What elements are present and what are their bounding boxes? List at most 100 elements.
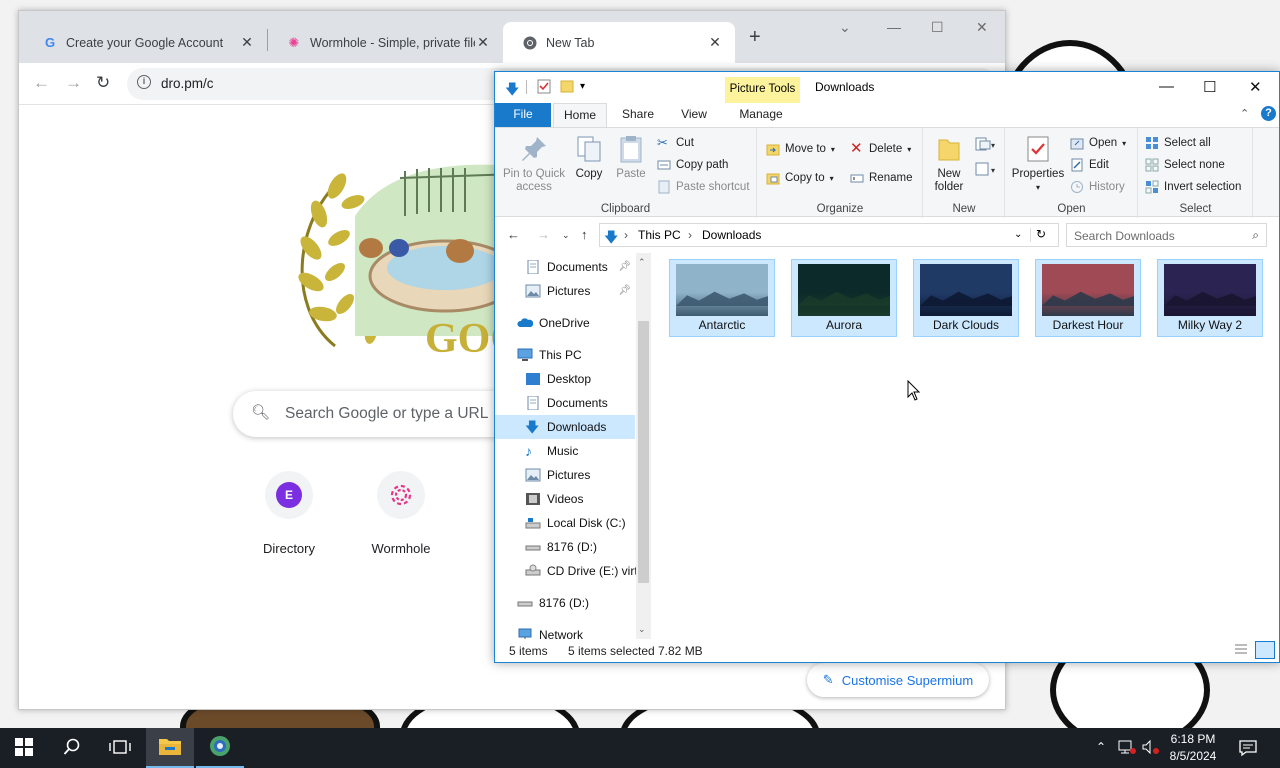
- start-button[interactable]: [0, 728, 48, 768]
- recent-locations-chevron-icon[interactable]: ⌄: [562, 230, 570, 241]
- tab-view[interactable]: View: [671, 103, 717, 127]
- copy-button[interactable]: Copy: [569, 134, 609, 181]
- move-to-button[interactable]: Move to ▾: [766, 142, 835, 156]
- up-arrow-icon[interactable]: ↑: [581, 227, 588, 242]
- details-view-icon[interactable]: [1233, 642, 1249, 659]
- copy-path-button[interactable]: Copy path: [657, 158, 728, 172]
- rename-button[interactable]: Rename: [850, 171, 912, 185]
- task-view-button[interactable]: [96, 728, 144, 768]
- tab-manage[interactable]: Manage: [729, 103, 793, 127]
- new-folder-button[interactable]: New folder: [928, 134, 970, 194]
- maximize-icon[interactable]: ☐: [1203, 78, 1216, 96]
- paste-shortcut-button[interactable]: Paste shortcut: [657, 180, 750, 194]
- invert-selection-button[interactable]: Invert selection: [1145, 180, 1241, 194]
- file-item[interactable]: Aurora: [791, 259, 897, 337]
- search-taskbar-button[interactable]: [48, 728, 96, 768]
- nav-item-documents-quick[interactable]: Documents 📌︎: [495, 255, 635, 279]
- nav-item-drive-d[interactable]: 8176 (D:): [495, 535, 635, 559]
- paste-button[interactable]: Paste: [611, 134, 651, 181]
- edit-button[interactable]: Edit: [1070, 158, 1109, 172]
- nav-item-network[interactable]: Network: [495, 623, 635, 639]
- maximize-icon[interactable]: ☐: [931, 19, 944, 36]
- tab-share[interactable]: Share: [613, 103, 663, 127]
- close-window-icon[interactable]: ✕: [976, 19, 988, 36]
- open-button[interactable]: Open ▾: [1070, 136, 1126, 150]
- google-search-box[interactable]: 🔍︎ Search Google or type a URL: [233, 391, 533, 437]
- nav-item-cd-drive-e[interactable]: CD Drive (E:) virt: [495, 559, 638, 583]
- properties-button[interactable]: Properties ▾: [1010, 134, 1066, 194]
- site-info-icon[interactable]: i: [137, 75, 151, 89]
- chevron-down-icon[interactable]: ⌄: [839, 19, 851, 36]
- nav-item-desktop[interactable]: Desktop: [495, 367, 635, 391]
- search-box[interactable]: Search Downloads ⌕: [1066, 223, 1267, 247]
- nav-item-documents[interactable]: Documents: [495, 391, 635, 415]
- nav-item-videos[interactable]: Videos: [495, 487, 635, 511]
- properties-qat-icon[interactable]: [537, 79, 551, 97]
- nav-item-onedrive[interactable]: OneDrive: [495, 311, 635, 335]
- close-icon[interactable]: ✕: [239, 34, 255, 51]
- nav-scrollbar[interactable]: ⌃ ⌄: [636, 253, 651, 639]
- scrollbar-thumb[interactable]: [638, 321, 649, 583]
- close-window-icon[interactable]: ✕: [1249, 78, 1262, 96]
- browser-taskbar-button[interactable]: [196, 728, 244, 768]
- breadcrumb-downloads[interactable]: Downloads: [702, 228, 761, 242]
- shortcut-wormhole[interactable]: Wormhole: [356, 471, 446, 556]
- file-item[interactable]: Darkest Hour: [1035, 259, 1141, 337]
- cut-button[interactable]: ✂ Cut: [657, 136, 694, 150]
- forward-arrow-icon[interactable]: →: [537, 227, 550, 242]
- minimize-icon[interactable]: —: [887, 19, 901, 35]
- nav-item-local-disk-c[interactable]: Local Disk (C:): [495, 511, 635, 535]
- address-bar[interactable]: 🡇 › This PC › Downloads ⌄ ↻: [599, 223, 1059, 247]
- select-all-button[interactable]: Select all: [1145, 136, 1211, 150]
- back-arrow-icon[interactable]: ←: [507, 227, 520, 242]
- tab-create-google-account[interactable]: G Create your Google Account ✕: [23, 22, 267, 63]
- scroll-down-icon[interactable]: ⌄: [638, 624, 646, 635]
- tab-new-tab[interactable]: New Tab ✕: [503, 22, 735, 63]
- tab-wormhole[interactable]: ✺ Wormhole - Simple, private file ✕: [267, 22, 503, 63]
- shortcut-directory[interactable]: E Directory: [244, 471, 334, 556]
- help-icon[interactable]: ?: [1261, 106, 1276, 121]
- action-center-icon[interactable]: [1238, 739, 1258, 760]
- pin-quick-access-button[interactable]: Pin to Quick access: [501, 134, 567, 194]
- nav-item-pictures-quick[interactable]: Pictures 📌︎: [495, 279, 635, 303]
- nav-item-drive-d-root[interactable]: 8176 (D:): [495, 591, 635, 615]
- scroll-up-icon[interactable]: ⌃: [638, 257, 646, 268]
- forward-arrow-icon[interactable]: →: [65, 73, 82, 93]
- nav-item-music[interactable]: ♪ Music: [495, 439, 635, 463]
- easy-access-icon[interactable]: ▾: [974, 161, 996, 180]
- new-tab-plus-icon[interactable]: +: [749, 26, 761, 49]
- address-dropdown-icon[interactable]: ⌄: [1014, 229, 1022, 240]
- tab-home[interactable]: Home: [553, 103, 607, 127]
- customize-qat-chevron-icon[interactable]: ▾: [580, 81, 585, 92]
- collapse-ribbon-icon[interactable]: ⌃: [1240, 107, 1249, 120]
- close-icon[interactable]: ✕: [707, 34, 723, 51]
- new-item-icon[interactable]: ▾: [974, 136, 996, 155]
- file-item[interactable]: Milky Way 2: [1157, 259, 1263, 337]
- minimize-icon[interactable]: —: [1159, 78, 1174, 95]
- nav-item-pictures[interactable]: Pictures: [495, 463, 635, 487]
- show-hidden-icons-chevron-icon[interactable]: ⌃: [1096, 740, 1106, 754]
- large-icons-view-icon[interactable]: [1255, 641, 1275, 659]
- google-doodle[interactable]: GOO: [275, 156, 523, 362]
- url-text[interactable]: dro.pm/c: [161, 76, 214, 91]
- network-tray-icon[interactable]: [1117, 739, 1137, 758]
- refresh-icon[interactable]: ↻: [1036, 227, 1046, 241]
- reload-icon[interactable]: ↻: [96, 73, 110, 93]
- file-item[interactable]: Antarctic: [669, 259, 775, 337]
- file-explorer-taskbar-button[interactable]: [146, 728, 194, 768]
- tab-file[interactable]: File: [495, 103, 551, 127]
- new-folder-qat-icon[interactable]: [560, 79, 574, 96]
- nav-item-this-pc[interactable]: This PC: [495, 343, 635, 367]
- nav-item-downloads[interactable]: 🡇 Downloads: [495, 415, 635, 439]
- back-arrow-icon[interactable]: ←: [33, 73, 50, 93]
- copy-to-button[interactable]: Copy to ▾: [766, 171, 834, 185]
- shortcut-label: Wormhole: [371, 541, 431, 556]
- close-icon[interactable]: ✕: [475, 34, 491, 51]
- select-none-button[interactable]: Select none: [1145, 158, 1225, 172]
- history-button[interactable]: History: [1070, 180, 1125, 194]
- breadcrumb-this-pc[interactable]: This PC: [638, 228, 681, 242]
- file-item[interactable]: Dark Clouds: [913, 259, 1019, 337]
- clock[interactable]: 6:18 PM 8/5/2024: [1158, 731, 1228, 765]
- customise-button[interactable]: ✎ Customise Supermium: [807, 663, 989, 697]
- delete-button[interactable]: ✕ Delete ▾: [850, 141, 911, 156]
